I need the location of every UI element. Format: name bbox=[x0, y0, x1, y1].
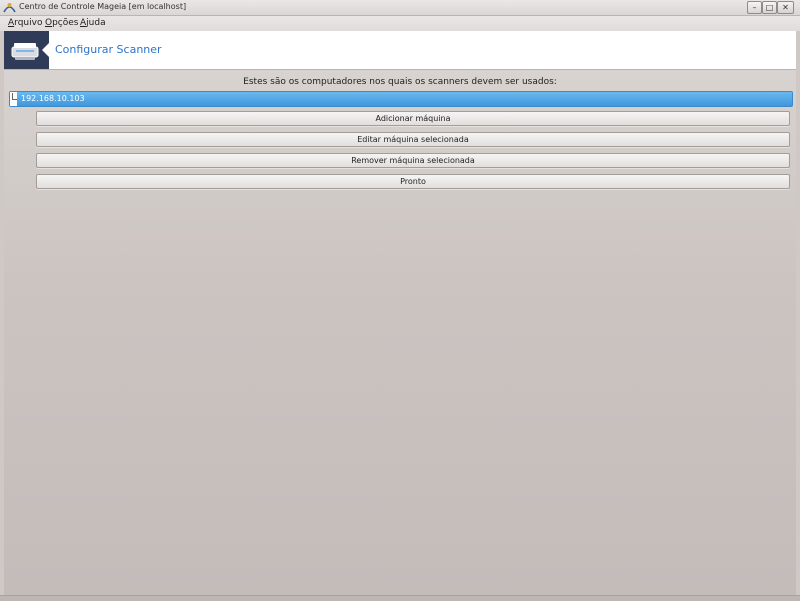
host-label: 192.168.10.103 bbox=[21, 94, 85, 103]
menu-opcoes[interactable]: Opções bbox=[45, 18, 79, 28]
page-title: Configurar Scanner bbox=[55, 43, 162, 56]
title-bar: Centro de Controle Mageia [em localhost]… bbox=[0, 0, 800, 16]
instruction-text: Estes são os computadores nos quais os s… bbox=[243, 77, 557, 87]
menu-bar: Arquivo Opções Ajuda bbox=[0, 16, 800, 31]
menu-arquivo[interactable]: Arquivo bbox=[8, 18, 42, 28]
main-content: Estes são os computadores nos quais os s… bbox=[4, 70, 796, 595]
minimize-button[interactable]: – bbox=[747, 1, 762, 14]
mageia-app-icon bbox=[3, 3, 16, 13]
close-button[interactable]: ✕ bbox=[777, 1, 794, 14]
scanner-icon bbox=[11, 43, 39, 60]
tree-expander-icon bbox=[10, 92, 17, 106]
maximize-button[interactable]: □ bbox=[762, 1, 777, 14]
host-list-item-selected[interactable]: 192.168.10.103 bbox=[9, 91, 793, 107]
banner-notch bbox=[42, 43, 49, 57]
window-title: Centro de Controle Mageia [em localhost] bbox=[19, 2, 187, 11]
add-machine-button[interactable]: Adicionar máquina bbox=[36, 111, 790, 126]
window-bottom-edge bbox=[0, 595, 800, 601]
remove-machine-button[interactable]: Remover máquina selecionada bbox=[36, 153, 790, 168]
menu-ajuda[interactable]: Ajuda bbox=[80, 18, 106, 28]
done-button[interactable]: Pronto bbox=[36, 174, 790, 189]
page-header-banner: Configurar Scanner bbox=[4, 31, 796, 70]
edit-machine-button[interactable]: Editar máquina selecionada bbox=[36, 132, 790, 147]
